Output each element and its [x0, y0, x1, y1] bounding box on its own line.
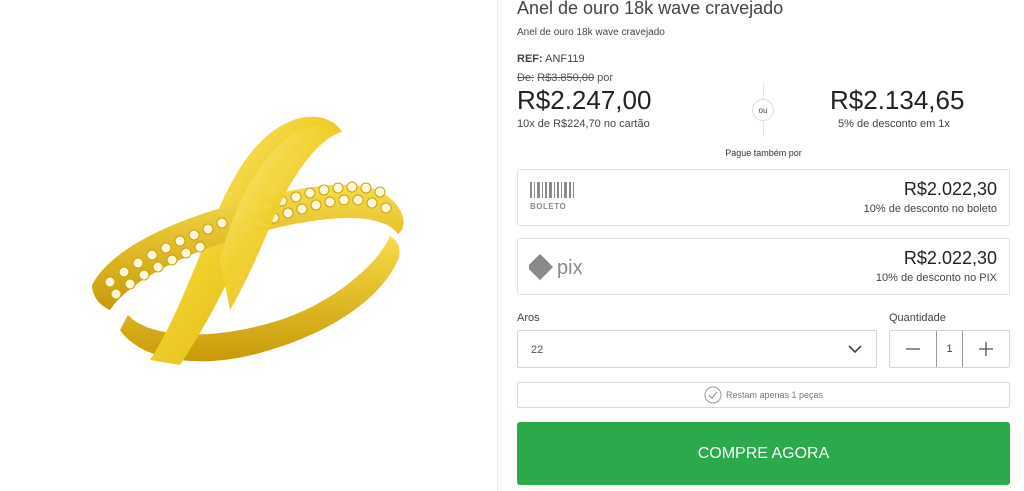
quantity-stepper: 1	[889, 330, 1010, 368]
quantity-label: Quantidade	[889, 312, 946, 324]
boleto-icon: BOLETO	[530, 182, 580, 214]
product-image-panel	[0, 0, 498, 491]
stock-text: Restam apenas 1 peças	[725, 390, 824, 400]
buy-now-button[interactable]: COMPRE AGORA	[517, 422, 1010, 485]
installments-text: 10x de R$224,70 no cartão	[517, 118, 650, 130]
payment-option-boleto[interactable]: BOLETO R$2.022,30 10% de desconto no bol…	[517, 169, 1010, 226]
pix-discount-text: 10% de desconto no PIX	[875, 272, 997, 284]
old-price-value: R$3.850,00	[537, 72, 595, 84]
pix-price: R$2.022,30	[903, 248, 997, 268]
chevron-down-icon	[848, 345, 862, 354]
current-price: R$2.247,00	[517, 85, 652, 115]
quantity-value[interactable]: 1	[937, 331, 962, 367]
ref-value: ANF119	[545, 53, 585, 65]
stock-notice: Restam apenas 1 peças	[517, 382, 1010, 408]
check-circle-icon	[704, 386, 722, 404]
aros-selected-value: 22	[531, 344, 544, 356]
product-title: Anel de ouro 18k wave cravejado	[517, 0, 784, 18]
cash-discount-text: 5% de desconto em 1x	[838, 118, 950, 130]
plus-icon	[979, 342, 993, 356]
product-image[interactable]	[80, 110, 420, 380]
product-subtitle: Anel de ouro 18k wave cravejado	[517, 27, 665, 38]
or-badge: ou	[752, 99, 774, 121]
cash-price: R$2.134,65	[830, 85, 965, 115]
boleto-discount-text: 10% de desconto no boleto	[863, 203, 997, 215]
pix-logo-text: pix	[557, 257, 583, 279]
boleto-price: R$2.022,30	[903, 179, 997, 199]
aros-select[interactable]: 22	[517, 330, 877, 368]
also-pay-label: Pague também por	[725, 148, 802, 158]
old-price: De: R$3.850,00 por	[517, 72, 613, 84]
quantity-decrease-button[interactable]	[890, 331, 937, 367]
product-ref: REF: ANF119	[517, 53, 585, 65]
ref-label: REF:	[517, 53, 543, 65]
pix-icon: pix	[526, 253, 609, 283]
payment-option-pix[interactable]: pix R$2.022,30 10% de desconto no PIX	[517, 238, 1010, 295]
panel-divider	[497, 0, 498, 491]
boleto-logo-text: BOLETO	[530, 202, 567, 211]
old-price-suffix: por	[597, 72, 614, 84]
gold-ring-image	[92, 116, 404, 366]
quantity-increase-button[interactable]	[962, 331, 1009, 367]
aros-label: Aros	[517, 312, 540, 324]
old-price-prefix: De:	[517, 72, 535, 84]
minus-icon	[906, 348, 920, 350]
